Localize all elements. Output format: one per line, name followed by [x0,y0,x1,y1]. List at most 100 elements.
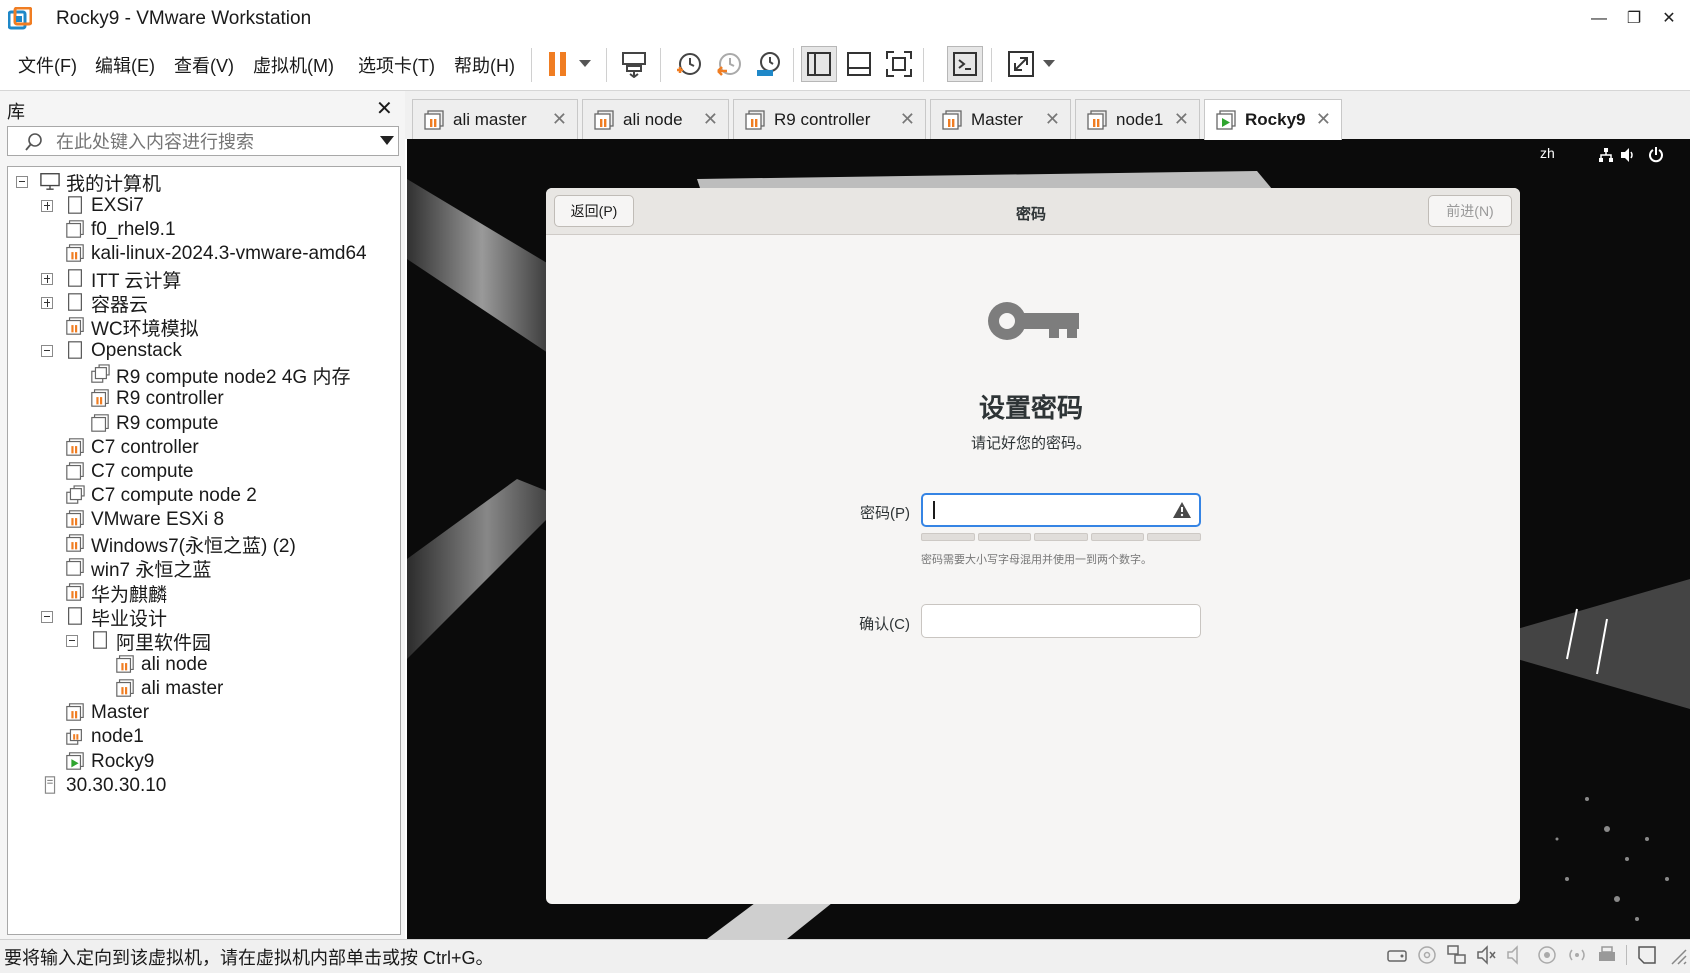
tree-item[interactable]: 华为麒麟 [41,580,167,606]
network-icon[interactable] [1598,147,1614,163]
tab-close-icon[interactable]: ✕ [703,109,718,130]
toolbar-separator [531,48,532,82]
tree-item[interactable]: C7 compute [41,459,193,485]
sound-card-icon[interactable] [1476,944,1498,966]
collapse-icon[interactable] [16,176,28,188]
restore-button[interactable]: ❐ [1617,4,1651,34]
hard-disk-icon[interactable] [1386,944,1408,966]
close-icon: ✕ [1662,10,1676,27]
message-icon[interactable] [1636,944,1658,966]
tree-item[interactable]: 30.30.30.10 [16,773,166,799]
tree-item[interactable]: 容器云 [41,290,148,316]
send-ctrl-alt-del-button[interactable] [616,46,652,82]
tree-item[interactable]: R9 compute node2 4G 内存 [66,362,350,388]
tree-item[interactable]: 我的计算机 [16,169,161,195]
thumbnail-bar-button[interactable] [841,46,877,82]
volume-icon[interactable] [1620,147,1636,163]
tab-close-icon[interactable]: ✕ [1045,109,1060,130]
power-icon[interactable] [1648,147,1664,163]
folder-icon [65,340,85,362]
tab-close-icon[interactable]: ✕ [1316,109,1331,130]
library-view-button[interactable] [801,46,837,82]
wireless-icon[interactable] [1566,944,1588,966]
text-caret [933,501,935,519]
menu-edit[interactable]: 编辑(E) [95,52,155,78]
snapshot-manager-button[interactable] [751,46,787,82]
tree-item[interactable]: node1 [41,724,144,750]
fullscreen-icon [886,51,912,77]
expand-icon[interactable] [41,200,53,212]
tree-item[interactable]: 毕业设计 [41,604,167,630]
tab-vm[interactable]: ali master ✕ [412,99,578,139]
tree-item[interactable]: ITT 云计算 [41,266,181,292]
console-view-button[interactable] [947,46,983,82]
menu-file[interactable]: 文件(F) [18,52,77,78]
dialog-title: 密码 [1015,206,1046,223]
tab-close-icon[interactable]: ✕ [552,109,567,130]
menu-tabs[interactable]: 选项卡(T) [358,52,435,78]
tab-vm[interactable]: R9 controller ✕ [733,99,926,139]
menu-view[interactable]: 查看(V) [174,52,234,78]
revert-snapshot-button[interactable] [711,46,747,82]
tree-item[interactable]: R9 compute [66,411,218,437]
cd-dvd-icon[interactable] [1416,944,1438,966]
tab-vm[interactable]: Master ✕ [930,99,1071,139]
tab-label: node1 [1116,109,1164,129]
password-field[interactable] [921,493,1201,527]
collapse-icon[interactable] [41,611,53,623]
tree-item[interactable]: VMware ESXi 8 [41,507,224,533]
confirm-label: 确认(C) [859,616,910,633]
expand-icon[interactable] [41,273,53,285]
tab-close-icon[interactable]: ✕ [900,109,915,130]
library-search[interactable] [7,126,399,156]
tree-item[interactable]: Master [41,700,149,726]
tree-item[interactable]: f0_rhel9.1 [41,217,176,243]
stretch-guest-button[interactable] [1003,46,1039,82]
back-button[interactable]: 返回(P) [554,195,634,227]
next-button[interactable]: 前进(N) [1428,195,1512,227]
tab-vm[interactable]: node1 ✕ [1075,99,1200,139]
collapse-icon[interactable] [66,635,78,647]
search-input[interactable] [54,130,358,154]
tree-item[interactable]: WC环境模拟 [41,314,199,340]
strength-segment [1090,533,1145,541]
camera-icon[interactable] [1536,944,1558,966]
tab-vm[interactable]: Rocky9 ✕ [1204,99,1342,140]
power-dropdown-button[interactable] [570,46,600,82]
tree-item[interactable]: C7 compute node 2 [41,483,257,509]
tree-item[interactable]: Openstack [41,338,182,364]
speaker-icon[interactable] [1506,944,1528,966]
menu-vm[interactable]: 虚拟机(M) [253,52,334,78]
minimize-button[interactable]: — [1582,4,1616,34]
tree-item[interactable]: 阿里软件园 [66,628,211,654]
resize-grip-icon[interactable] [1666,944,1688,966]
tree-item[interactable]: kali-linux-2024.3-vmware-amd64 [41,241,367,267]
library-close-button[interactable]: ✕ [376,96,393,121]
tree-item[interactable]: C7 controller [41,435,199,461]
tree-item[interactable]: R9 controller [66,386,224,412]
tree-item[interactable]: win7 永恒之蓝 [41,555,211,581]
tab-vm[interactable]: ali node ✕ [582,99,729,139]
tree-item[interactable]: Rocky9 [41,749,154,775]
tab-close-icon[interactable]: ✕ [1174,109,1189,130]
expand-icon[interactable] [41,297,53,309]
tree-item[interactable]: ali node [91,652,208,678]
printer-icon[interactable] [1596,944,1618,966]
stretch-dropdown-button[interactable] [1036,46,1062,82]
confirm-password-field[interactable] [921,604,1201,638]
close-button[interactable]: ✕ [1652,4,1686,34]
tree-item[interactable]: ali master [91,676,223,702]
take-snapshot-button[interactable] [671,46,707,82]
vm-clone-suspended-icon [65,726,85,748]
tree-item-label: win7 永恒之蓝 [91,559,212,581]
fullscreen-button[interactable] [881,46,917,82]
menu-help[interactable]: 帮助(H) [454,52,515,78]
network-adapter-icon[interactable] [1446,944,1468,966]
input-language-indicator[interactable]: zh [1540,145,1555,161]
tree-item[interactable]: EXSi7 [41,193,144,219]
chevron-down-icon[interactable] [380,136,394,146]
collapse-icon[interactable] [41,345,53,357]
tree-item[interactable]: Windows7(永恒之蓝) (2) [41,531,296,557]
